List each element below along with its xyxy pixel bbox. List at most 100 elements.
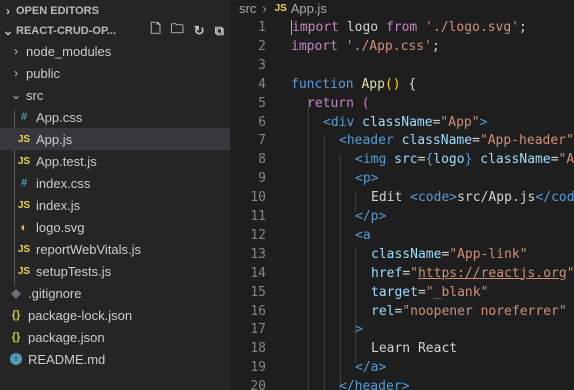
js-file-icon: JS [17, 133, 31, 145]
file-item-app-js[interactable]: JS App.js [0, 128, 230, 150]
file-item-setuptests-js[interactable]: JS setupTests.js [0, 260, 230, 282]
code-token: src [394, 152, 418, 168]
code-line[interactable]: 17 > [230, 320, 574, 339]
code-token: " [566, 265, 574, 281]
file-item-app-test-js[interactable]: JS App.test.js [0, 150, 230, 172]
collapse-all-icon[interactable]: ⧉ [215, 23, 224, 39]
js-file-icon: JS [17, 243, 31, 255]
code-line[interactable]: 9 <p> [230, 169, 574, 188]
code-line[interactable]: 14 href="https://reactjs.org" [230, 264, 574, 283]
tree-item-label: setupTests.js [36, 263, 112, 279]
code-token: header [346, 133, 394, 149]
folder-item-src[interactable]: ⌄ src [0, 84, 230, 106]
code-line[interactable]: 16 rel="noopener noreferrer" [230, 302, 574, 321]
folder-item-public[interactable]: › public [0, 62, 230, 84]
code-token: = [550, 152, 559, 168]
line-content: href="https://reactjs.org" [371, 266, 574, 281]
code-editor[interactable]: src › JS App.js 1 import logo from './log… [230, 0, 574, 390]
code-token: </ [339, 379, 355, 390]
file-item-reportwebvitals-js[interactable]: JS reportWebVitals.js [0, 238, 230, 260]
code-line[interactable]: 10Edit <code>src/App.js</code [230, 188, 574, 207]
code-token: code [551, 190, 574, 206]
tree-item-label: public [26, 65, 60, 81]
code-token: = [472, 133, 480, 149]
explorer-toolbar: 🗋 🗀 ↻ ⧉ [150, 20, 224, 42]
code-line[interactable]: 19 </a> [230, 358, 574, 377]
code-line[interactable]: 13 className="App-link" [230, 245, 574, 264]
file-item-index-js[interactable]: JS index.js [0, 194, 230, 216]
explorer-sidebar: › OPEN EDITORS ⌄ REACT-CRUD-OP... 🗋 🗀 ↻ … [0, 0, 230, 390]
code-token: logo [433, 152, 465, 168]
code-line[interactable]: 20 </header> [230, 377, 574, 390]
code-token: = [417, 284, 426, 300]
code-line[interactable]: 7 <header className="App-header"> [230, 131, 574, 150]
code-line[interactable]: 3 [230, 56, 574, 75]
code-line[interactable]: 1 import logo from './logo.svg'; [230, 18, 574, 37]
line-content: target="_blank" [371, 285, 488, 300]
tree-item-label: src [26, 87, 44, 103]
code-line[interactable]: 11 </p> [230, 207, 574, 226]
code-token: = [402, 265, 411, 281]
code-token: > [401, 379, 410, 390]
code-token: > [449, 190, 458, 206]
git-file-icon: ◆ [11, 286, 21, 300]
open-editors-header[interactable]: › OPEN EDITORS [0, 0, 230, 22]
new-folder-icon[interactable]: 🗀 [171, 20, 184, 42]
file-item-app-css[interactable]: # App.css [0, 106, 230, 128]
chevron-right-icon: › [14, 44, 18, 58]
line-content: className="App-link" [371, 247, 528, 262]
code-token: className [480, 152, 551, 168]
tree-item-label: .gitignore [28, 285, 82, 301]
line-number: 14 [250, 265, 266, 281]
code-line[interactable]: 15 target="_blank" [230, 283, 574, 302]
code-token: p [362, 171, 371, 187]
chevron-down-icon: ⌄ [2, 24, 14, 38]
code-token: className [401, 133, 473, 149]
code-token: > [370, 171, 379, 187]
breadcrumb-file[interactable]: App.js [291, 1, 327, 16]
project-header[interactable]: ⌄ REACT-CRUD-OP... 🗋 🗀 ↻ ⧉ [0, 20, 230, 42]
code-token: function [291, 76, 354, 92]
js-file-icon: JS [17, 265, 31, 277]
tree-item-label: reportWebVitals.js [36, 241, 142, 257]
file-item-index-css[interactable]: # index.css [0, 172, 230, 194]
code-token: > [378, 360, 387, 376]
breadcrumb-folder[interactable]: src [239, 1, 256, 16]
info-icon: i [10, 353, 22, 365]
line-content: </header> [339, 379, 409, 390]
svg-file-icon: ◐ [20, 220, 28, 234]
new-file-icon[interactable]: 🗋 [150, 20, 160, 42]
code-line[interactable]: 5 return ( [230, 94, 574, 113]
line-content: function App() { [291, 77, 416, 92]
chevron-right-icon: › [262, 0, 267, 16]
code-token: div [330, 114, 355, 130]
file-item-logo-svg[interactable]: ◐ logo.svg [0, 216, 230, 238]
code-line[interactable]: 6 <div className="App"> [230, 113, 574, 132]
file-item-gitignore[interactable]: ◆ .gitignore [0, 282, 230, 304]
code-token: './App.css' [345, 38, 432, 54]
refresh-icon[interactable]: ↻ [194, 23, 205, 39]
code-line[interactable]: 12 <a [230, 226, 574, 245]
line-number: 11 [250, 209, 266, 224]
folder-item-node-modules[interactable]: › node_modules [0, 40, 230, 62]
code-token: > [378, 209, 387, 224]
code-line[interactable]: 18 Learn React [230, 339, 574, 358]
code-token: > [355, 322, 363, 338]
code-token: from [385, 20, 418, 35]
code-line[interactable]: 8<img src={logo} className="Ap [230, 150, 574, 169]
file-item-package-lock-json[interactable]: {} package-lock.json [0, 304, 230, 326]
file-item-readme-md[interactable]: i README.md [0, 348, 230, 370]
line-number: 20 [250, 379, 266, 390]
code-token: "_blank" [425, 284, 489, 300]
code-token: import [291, 38, 338, 54]
tree-item-label: README.md [28, 351, 106, 367]
code-token: return [307, 95, 354, 111]
file-item-package-json[interactable]: {} package.json [0, 326, 230, 348]
code-line[interactable]: 2 import './App.css'; [230, 37, 574, 56]
tree-item-label: index.js [36, 197, 81, 213]
code-line[interactable]: 4 function App() { [230, 75, 574, 94]
line-content: <p> [355, 171, 378, 186]
tree-item-label: logo.svg [36, 219, 85, 235]
